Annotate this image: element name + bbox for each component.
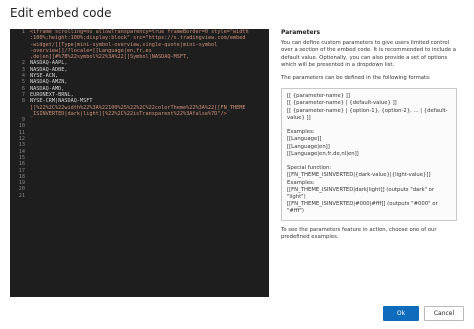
format-line: [[Language|en]] xyxy=(287,143,330,150)
code-editor[interactable]: 1 <iframe scrolling=no allowTransparency=… xyxy=(10,29,269,297)
format-line: [[FN_THEME_ISINVERTED|#000|#fff]] (outpu… xyxy=(287,201,440,215)
parameters-heading: Parameters xyxy=(281,29,321,36)
format-line xyxy=(287,122,451,129)
format-line xyxy=(287,158,451,165)
parameters-help-panel: Parameters You can define custom paramet… xyxy=(281,29,457,297)
format-line: [[Language|en,fr,de,nl|en]] xyxy=(287,150,359,157)
parameters-outro: To see the parameters feature in action,… xyxy=(281,226,437,240)
formats-box: [[ {parameter-name} ]][[ {parameter-name… xyxy=(281,88,457,221)
dialog-title: Edit embed code xyxy=(10,6,112,20)
format-line: Examples: xyxy=(287,179,315,186)
dialog-actions: Ok Cancel xyxy=(383,306,464,321)
line-number: 1 xyxy=(21,29,25,35)
code-line[interactable]: 21 xyxy=(10,193,269,199)
format-line: [[Language]] xyxy=(287,136,322,143)
ok-button[interactable]: Ok xyxy=(383,306,419,321)
line-number: 8 xyxy=(21,98,25,105)
parameters-intro: You can define custom parameters to give… xyxy=(281,40,457,68)
format-line: [[FN_THEME_ISINVERTED|dark|light]] (outp… xyxy=(287,186,436,201)
code-line-text: _ISINVERTED|dark|light]]%22%2C%22isTrans… xyxy=(30,110,227,117)
cancel-button[interactable]: Cancel xyxy=(424,306,464,321)
format-line: Examples: xyxy=(287,129,315,136)
format-line: [[ {parameter-name} ]] xyxy=(287,93,350,100)
format-line: Special function: xyxy=(287,165,332,172)
format-line: [[ {parameter-name} | {option-1}, {optio… xyxy=(287,107,448,121)
formats-intro: The parameters can be defined in the fol… xyxy=(281,75,431,82)
format-line: [[FN_THEME_ISINVERTED|{dark-value}|{ligh… xyxy=(287,172,431,179)
line-number: 21 xyxy=(18,192,25,199)
format-line: [[ {parameter-name} | {default-value} ]] xyxy=(287,100,397,107)
